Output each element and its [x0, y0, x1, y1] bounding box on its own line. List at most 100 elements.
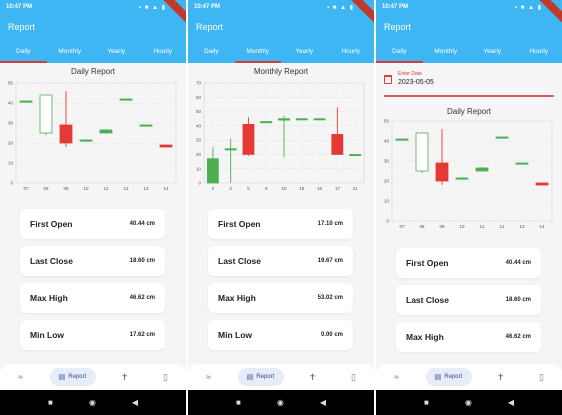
system-navigation: ■ ◉ ◀ — [376, 390, 562, 415]
status-time: 10:47 PM — [194, 4, 221, 10]
tab-yearly[interactable]: Yearly — [469, 42, 516, 63]
tab-hourly[interactable]: Hourly — [140, 42, 187, 63]
tab-monthly[interactable]: Monthly — [423, 42, 470, 63]
home-button[interactable]: ◉ — [89, 398, 96, 407]
report-content: Daily Report 0 10 20 30 40 50 07 08 09 10 11 12 13 14… — [0, 63, 186, 364]
tab-yearly[interactable]: Yearly — [281, 42, 328, 63]
tab-daily[interactable]: Daily — [188, 42, 235, 63]
y-tick-label: 50 — [196, 109, 202, 114]
report-nav-button[interactable]: ▤ Report — [425, 368, 472, 386]
report-nav-button[interactable]: ▤ Report — [49, 368, 96, 386]
y-tick-label: 0 — [10, 181, 13, 186]
date-input[interactable]: Enter Date 2023-05-05 — [384, 69, 554, 97]
app-bar: Report — [188, 14, 374, 42]
app-title: Report — [196, 22, 224, 32]
phone-screen-daily-date: 10:47 PM ▪ ■ ▲ ▮ Report Daily Monthly Ye… — [376, 0, 562, 415]
tab-hourly[interactable]: Hourly — [328, 42, 375, 63]
y-tick-label: 10 — [8, 161, 14, 166]
screenshot-stage: 10:47 PM ▪ ■ ▲ ▮ Report Daily Monthly Ye… — [0, 0, 562, 415]
min-low-value: 17.62 cm — [129, 332, 155, 338]
bottom-navigation: ≈ ▤ Report ✝ ▯ — [376, 364, 562, 390]
y-tick-label: 30 — [8, 121, 14, 126]
daily-candlestick-chart: 0 10 20 30 40 50 07 08 09 10 11 12 13 14 — [384, 119, 553, 229]
person-icon[interactable]: ✝ — [301, 372, 325, 383]
y-tick-label: 10 — [384, 199, 390, 204]
tab-monthly[interactable]: Monthly — [234, 42, 281, 63]
bottom-navigation: ≈ ▤ Report ✝ ▯ — [188, 364, 374, 390]
y-tick-label: 50 — [384, 119, 390, 124]
candle-body — [349, 154, 362, 157]
report-nav-button[interactable]: ▤ Report — [237, 368, 284, 386]
recents-button[interactable]: ■ — [236, 398, 241, 407]
wave-icon[interactable]: ≈ — [197, 372, 221, 382]
back-button[interactable]: ◀ — [132, 398, 138, 407]
max-high-label: Max High — [218, 293, 256, 303]
last-close-label: Last Close — [218, 256, 261, 266]
y-tick-label: 30 — [196, 138, 202, 143]
x-tick-label: 10 — [459, 224, 465, 229]
y-tick-label: 50 — [8, 81, 14, 86]
status-icons: ▪ ■ ▲ ▮ — [327, 4, 354, 11]
candle-body — [435, 162, 449, 182]
x-tick-label: 14 — [163, 186, 169, 191]
min-low-card: Min Low 0.00 cm — [208, 320, 353, 350]
calendar-icon[interactable] — [384, 75, 392, 84]
first-open-value: 17.10 cm — [317, 221, 343, 227]
report-nav-label: Report — [68, 374, 87, 380]
x-tick-label: 12 — [499, 224, 505, 229]
back-button[interactable]: ◀ — [508, 398, 514, 407]
x-tick-label: 2 — [212, 186, 215, 191]
phone-icon[interactable]: ▯ — [154, 372, 178, 383]
candle-body — [475, 167, 489, 172]
y-tick-label: 70 — [196, 81, 202, 86]
person-icon[interactable]: ✝ — [113, 372, 137, 383]
max-high-label: Max High — [30, 293, 68, 303]
home-button[interactable]: ◉ — [465, 398, 472, 407]
x-tick-label: 08 — [43, 186, 49, 191]
tab-daily[interactable]: Daily — [376, 42, 423, 63]
status-icons: ▪ ■ ▲ ▮ — [139, 4, 166, 11]
tab-bar: Daily Monthly Yearly Hourly — [188, 42, 374, 63]
system-navigation: ■ ◉ ◀ — [0, 390, 186, 415]
tab-daily[interactable]: Daily — [0, 42, 47, 63]
wave-icon[interactable]: ≈ — [9, 372, 33, 382]
candle-body — [39, 94, 53, 134]
x-tick-label: 16 — [317, 186, 323, 191]
first-open-card: First Open 40.44 cm — [396, 248, 541, 278]
candle-body — [159, 144, 173, 148]
x-tick-label: 12 — [123, 186, 129, 191]
app-bar: Report — [376, 14, 562, 42]
y-tick-label: 10 — [196, 166, 202, 171]
person-icon[interactable]: ✝ — [489, 372, 513, 383]
min-low-label: Min Low — [30, 330, 64, 340]
candle-body — [455, 177, 469, 180]
home-button[interactable]: ◉ — [277, 398, 284, 407]
candle-body — [119, 98, 133, 101]
recents-button[interactable]: ■ — [48, 398, 53, 407]
x-tick-label: 3 — [229, 186, 232, 191]
max-high-value: 53.02 cm — [317, 295, 343, 301]
x-tick-label: 9 — [265, 186, 268, 191]
y-tick-label: 40 — [384, 139, 390, 144]
phone-icon[interactable]: ▯ — [530, 372, 554, 383]
candle-body — [19, 100, 33, 103]
back-button[interactable]: ◀ — [320, 398, 326, 407]
recents-button[interactable]: ■ — [424, 398, 429, 407]
y-tick-label: 20 — [196, 152, 202, 157]
wave-icon[interactable]: ≈ — [385, 372, 409, 382]
first-open-card: First Open 40.44 cm — [20, 209, 165, 239]
max-high-card: Max High 46.62 cm — [20, 283, 165, 313]
tab-monthly[interactable]: Monthly — [47, 42, 94, 63]
report-nav-label: Report — [256, 374, 275, 380]
phone-icon[interactable]: ▯ — [342, 372, 366, 383]
max-high-value: 46.62 cm — [129, 295, 155, 301]
candle-body — [495, 136, 509, 139]
x-tick-label: 09 — [439, 224, 445, 229]
tab-yearly[interactable]: Yearly — [93, 42, 140, 63]
candle-body — [139, 124, 153, 127]
tab-hourly[interactable]: Hourly — [516, 42, 562, 63]
x-tick-label: 10 — [83, 186, 89, 191]
y-tick-label: 20 — [8, 141, 14, 146]
x-tick-label: 07 — [399, 224, 405, 229]
first-open-label: First Open — [30, 219, 73, 229]
